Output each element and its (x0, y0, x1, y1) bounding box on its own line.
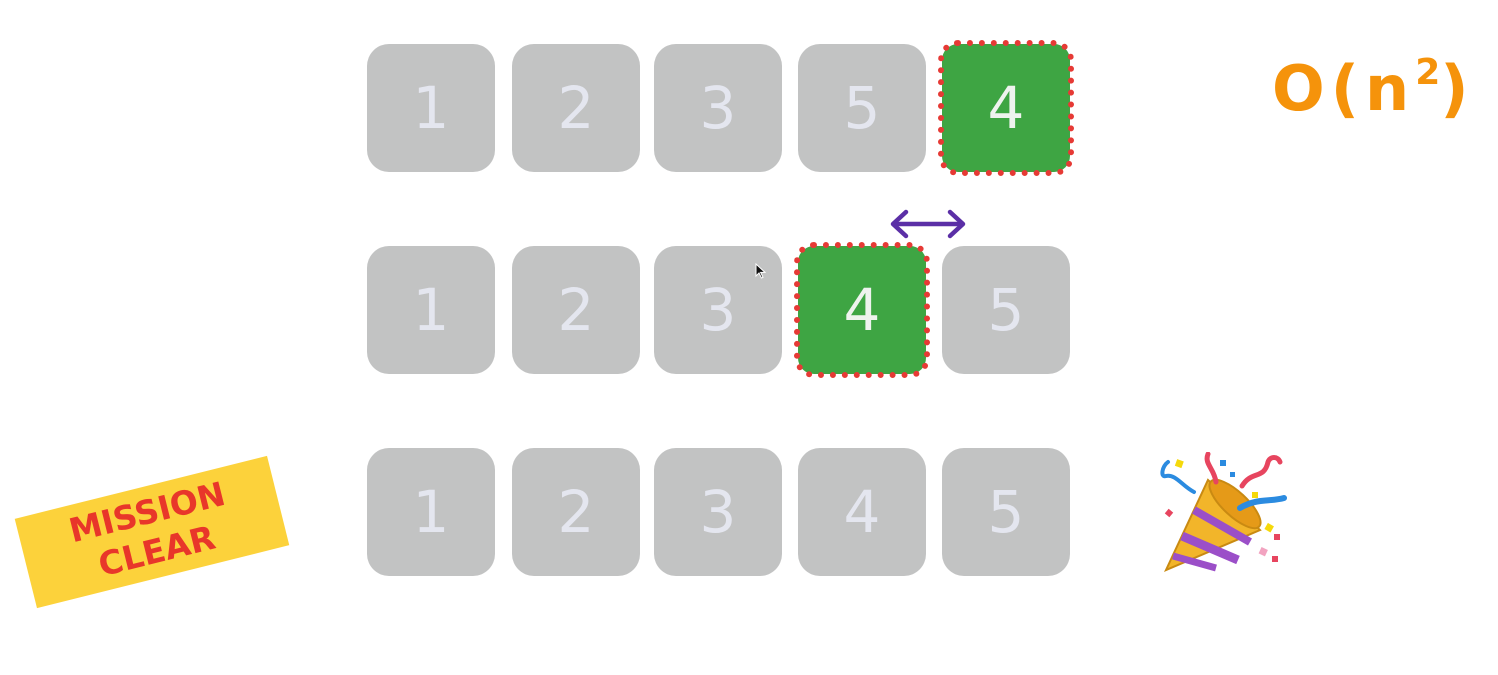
party-popper-icon (1160, 452, 1287, 572)
tile: 1 (367, 246, 495, 374)
cursor-icon (755, 263, 767, 279)
array-row-2: 1 2 3 4 5 (0, 242, 1498, 378)
tile-highlighted: 4 (794, 242, 930, 378)
tile-highlighted: 4 (938, 40, 1074, 176)
tile: 3 (654, 448, 782, 576)
tile: 1 (367, 448, 495, 576)
swap-arrow-icon (890, 209, 966, 239)
tile: 5 (798, 44, 926, 172)
tile: 2 (512, 448, 640, 576)
tile: 2 (512, 44, 640, 172)
tile: 1 (367, 44, 495, 172)
tile: 3 (654, 44, 782, 172)
array-row-1: 1 2 3 5 4 (0, 40, 1498, 176)
tile: 5 (942, 448, 1070, 576)
tile: 5 (942, 246, 1070, 374)
tile: 2 (512, 246, 640, 374)
tile: 4 (798, 448, 926, 576)
